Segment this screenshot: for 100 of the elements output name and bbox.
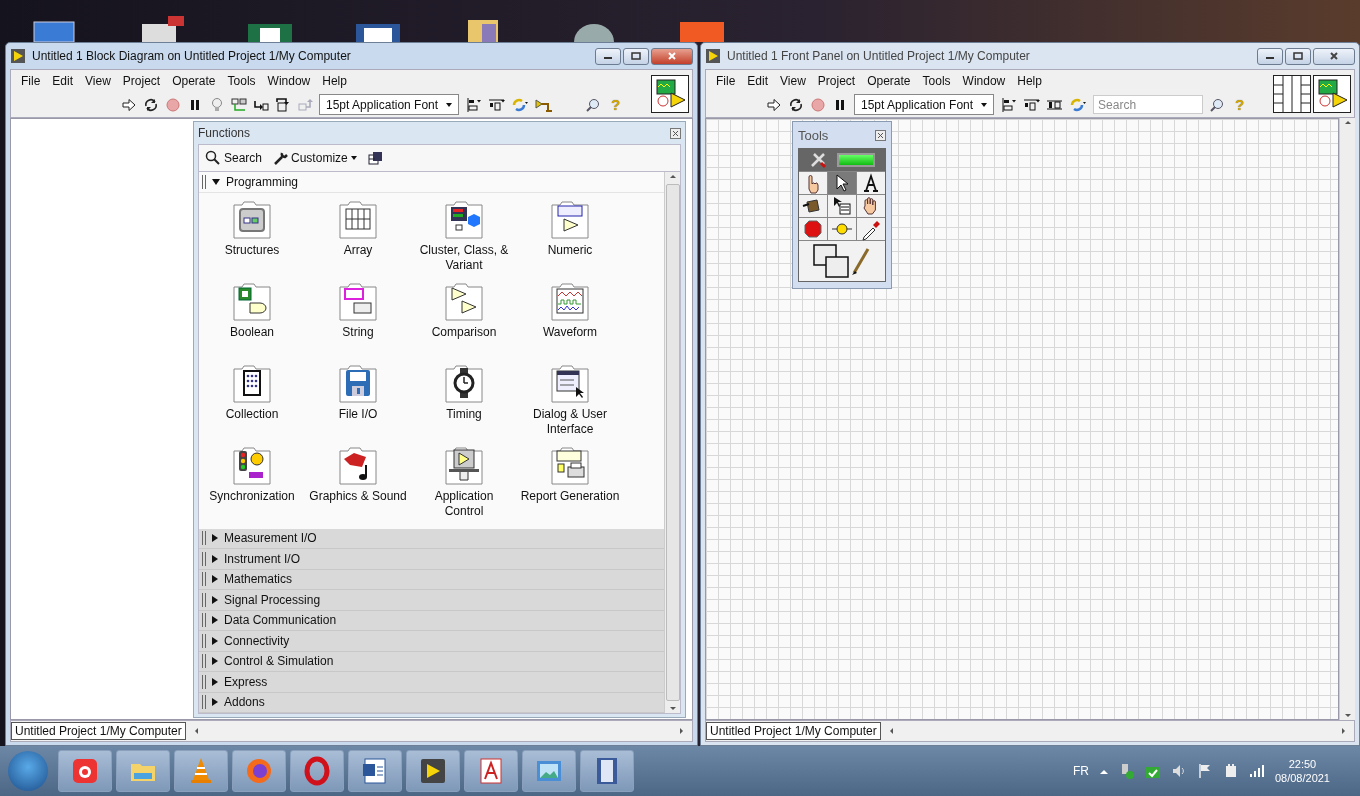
palette-item[interactable]: Collection xyxy=(199,362,305,437)
font-dropdown[interactable]: 15pt Application Font xyxy=(319,94,460,115)
presenter-icon xyxy=(444,444,484,485)
palette-item[interactable]: Numeric xyxy=(517,198,623,273)
category-row[interactable]: Mathematics xyxy=(199,569,664,590)
vi-icon[interactable] xyxy=(651,74,689,113)
dialog-window-icon xyxy=(550,362,590,403)
menu-item[interactable]: Window xyxy=(261,74,317,88)
plus-triangle-icon xyxy=(550,198,590,239)
tool-button[interactable] xyxy=(828,195,856,217)
color-brush-icon xyxy=(812,243,872,279)
category-row[interactable]: Signal Processing xyxy=(199,590,664,611)
taskbar-button[interactable] xyxy=(464,750,518,792)
window-title: Untitled 1 Block Diagram on Untitled Project 1/My Computer xyxy=(32,49,352,63)
palette-item[interactable]: Structures xyxy=(199,198,305,273)
palette-item[interactable]: Array xyxy=(305,198,411,273)
close-button[interactable] xyxy=(651,47,693,65)
close-icon[interactable] xyxy=(670,127,681,139)
palette-item[interactable]: Boolean xyxy=(199,280,305,355)
menu-item[interactable]: Help xyxy=(316,74,353,88)
scroll-right-icon xyxy=(1340,727,1348,735)
wrench-icon xyxy=(272,150,289,166)
palette-item[interactable]: Timing xyxy=(411,362,517,437)
close-icon[interactable] xyxy=(875,129,886,141)
palette-item[interactable]: Synchronization xyxy=(199,444,305,519)
palette-item[interactable]: Cluster, Class, & Variant xyxy=(411,198,517,273)
category-row[interactable]: Addons xyxy=(199,692,664,713)
category-row[interactable]: Data Communication xyxy=(199,610,664,631)
run-continuously-icon[interactable] xyxy=(143,96,159,113)
customize-button[interactable]: Customize xyxy=(272,150,357,166)
palette-item[interactable]: String xyxy=(305,280,411,355)
tool-button[interactable] xyxy=(857,218,885,240)
category-row[interactable]: Instrument I/O xyxy=(199,549,664,570)
search-icon[interactable] xyxy=(585,96,602,113)
music-note-icon xyxy=(338,444,378,485)
palette-item[interactable]: Application Control xyxy=(411,444,517,519)
diagram-cleanup-icon[interactable] xyxy=(535,96,554,113)
window-title: Untitled 1 Front Panel on Untitled Project 1/My Computer xyxy=(727,49,1031,63)
signal-icon[interactable] xyxy=(1248,763,1265,779)
tool-button[interactable] xyxy=(799,241,885,281)
step-over-icon[interactable] xyxy=(275,96,291,113)
status-bar-text: Untitled Project 1/My Computer xyxy=(706,722,881,740)
taskbar-button[interactable] xyxy=(58,750,112,792)
tool-button[interactable] xyxy=(857,172,885,194)
tool-button[interactable] xyxy=(828,172,856,194)
category-row[interactable]: Connectivity xyxy=(199,631,664,652)
maximize-icon xyxy=(1293,52,1303,60)
palette-item[interactable]: File I/O xyxy=(305,362,411,437)
category-row[interactable]: Express xyxy=(199,672,664,693)
tool-button[interactable] xyxy=(857,195,885,217)
light-bulb-icon[interactable] xyxy=(209,96,225,113)
status-bar-text: Untitled Project 1/My Computer xyxy=(11,722,186,740)
distribute-objects-icon[interactable] xyxy=(488,96,506,113)
labels-icon xyxy=(338,280,378,321)
maximize-button[interactable] xyxy=(623,47,649,65)
close-icon xyxy=(667,52,677,60)
minimize-button[interactable] xyxy=(595,47,621,65)
category-row[interactable]: Programming xyxy=(199,172,664,193)
tools-icon xyxy=(809,151,827,169)
category-row[interactable]: Control & Simulation xyxy=(199,651,664,672)
palette-item[interactable]: Waveform xyxy=(517,280,623,355)
waveform-icon xyxy=(550,280,590,321)
taskbar-button[interactable] xyxy=(232,750,286,792)
volume-icon[interactable] xyxy=(1170,763,1187,779)
taskbar-button[interactable] xyxy=(580,750,634,792)
run-arrow-icon[interactable] xyxy=(121,96,137,113)
menu-item[interactable]: Tools xyxy=(221,74,262,88)
taskbar-button[interactable] xyxy=(348,750,402,792)
flag-icon[interactable] xyxy=(1196,763,1213,779)
menu-item[interactable]: Operate xyxy=(166,74,222,88)
search-icon xyxy=(205,150,221,166)
frame-icon xyxy=(232,198,272,239)
reorder-icon[interactable] xyxy=(511,96,530,113)
table-icon xyxy=(338,198,378,239)
palette-item[interactable]: Report Generation xyxy=(517,444,623,519)
taskbar-button[interactable] xyxy=(290,750,344,792)
palette-item[interactable]: Graphics & Sound xyxy=(305,444,411,519)
stop-sign-icon xyxy=(801,217,825,241)
show-hidden-icons-icon[interactable] xyxy=(1098,767,1109,775)
scroll-right-icon xyxy=(678,727,686,735)
play-badge-icon xyxy=(705,48,721,64)
menu-item[interactable]: View xyxy=(79,74,117,88)
language-indicator[interactable]: FR xyxy=(1072,764,1089,778)
clock[interactable]: 22:50 08/08/2021 xyxy=(1274,758,1330,784)
dotted-grid-icon xyxy=(232,362,272,403)
automatic-tool-button[interactable] xyxy=(799,149,885,171)
align-objects-icon[interactable] xyxy=(465,96,483,113)
palette-item[interactable]: Comparison xyxy=(411,280,517,355)
palette-item[interactable]: Dialog & User Interface xyxy=(517,362,623,437)
menu-item[interactable]: File xyxy=(15,74,47,88)
pin-icon[interactable] xyxy=(366,150,383,166)
search-button[interactable]: Search xyxy=(205,150,263,166)
logic-gate-icon xyxy=(232,280,272,321)
category-row[interactable]: Measurement I/O xyxy=(199,528,664,549)
menu-item[interactable]: Project xyxy=(116,74,167,88)
menu-item[interactable]: Edit xyxy=(46,74,80,88)
tool-button[interactable] xyxy=(799,195,827,217)
taskbar-button[interactable] xyxy=(406,750,460,792)
probe-icon[interactable] xyxy=(231,96,247,113)
start-button[interactable] xyxy=(8,751,48,791)
